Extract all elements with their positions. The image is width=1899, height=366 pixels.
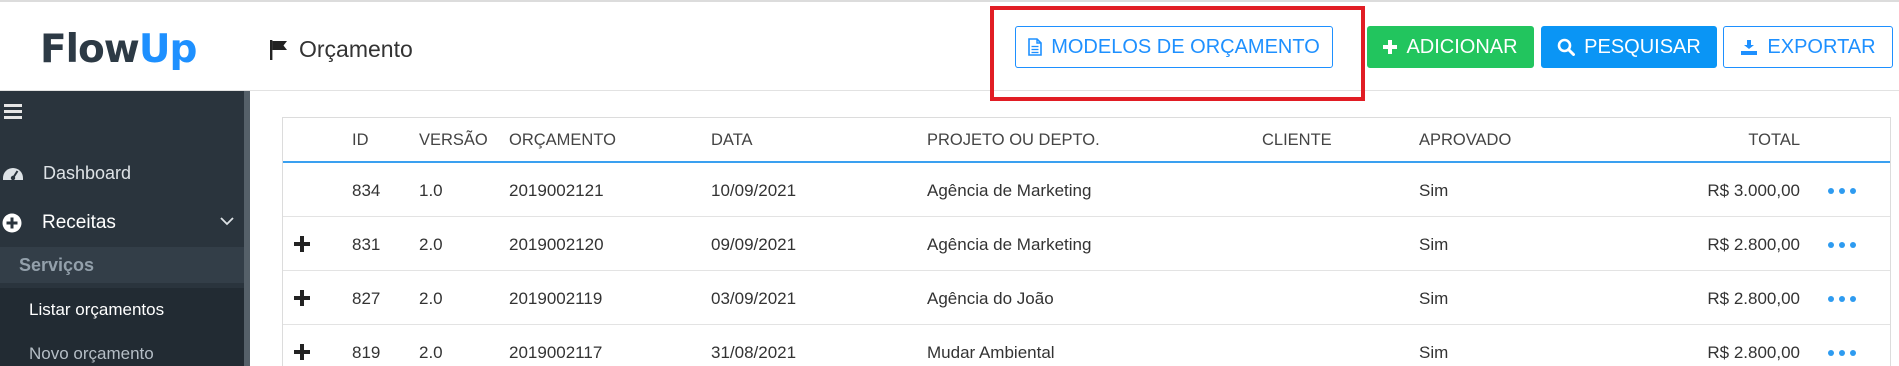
chevron-down-icon	[220, 217, 234, 226]
cell-orcamento: 2019002119	[509, 289, 603, 308]
cell-orcamento: 2019002117	[509, 343, 603, 362]
expand-row-icon[interactable]	[293, 343, 311, 361]
cell-orcamento: 2019002120	[509, 235, 604, 254]
column-header-aprovado[interactable]: APROVADO	[1419, 131, 1511, 150]
cell-aprovado: Sim	[1419, 343, 1449, 362]
budget-models-button[interactable]: MODELOS DE ORÇAMENTO	[1015, 26, 1333, 68]
plus-icon	[1383, 40, 1398, 54]
cell-id: 834	[352, 181, 381, 200]
expand-row-icon[interactable]	[293, 289, 311, 307]
cell-data: 03/09/2021	[711, 289, 797, 308]
row-actions-menu-icon[interactable]	[1828, 350, 1856, 356]
budget-models-label: MODELOS DE ORÇAMENTO	[1051, 35, 1320, 58]
table-header: ID VERSÃO ORÇAMENTO DATA PROJETO OU DEPT…	[283, 118, 1890, 163]
cell-versao: 2.0	[419, 289, 443, 308]
top-header: FlowUp Orçamento MODELOS DE ORÇAMENTO AD	[0, 0, 1899, 91]
cell-projeto: Agência do João	[927, 289, 1054, 308]
cell-aprovado: Sim	[1419, 289, 1449, 308]
flowup-logo[interactable]: FlowUp	[40, 27, 198, 72]
cell-id: 827	[352, 289, 381, 308]
add-button[interactable]: ADICIONAR	[1367, 26, 1534, 68]
cell-id: 819	[352, 343, 381, 362]
sidebar-item-dashboard[interactable]: Dashboard	[0, 155, 244, 191]
app: FlowUp Orçamento MODELOS DE ORÇAMENTO AD	[0, 0, 1899, 366]
export-icon	[1741, 40, 1758, 55]
cell-total: R$ 3.000,00	[1707, 181, 1800, 200]
search-label: PESQUISAR	[1584, 35, 1701, 58]
cell-aprovado: Sim	[1419, 235, 1449, 254]
table-row[interactable]: 827 2.0 2019002119 03/09/2021 Agência do…	[283, 271, 1890, 325]
cell-versao: 1.0	[419, 181, 443, 200]
cell-id: 831	[352, 235, 381, 254]
export-button[interactable]: EXPORTAR	[1723, 26, 1893, 68]
cell-orcamento: 2019002121	[509, 181, 604, 200]
sidebar-item-receitas-label: Receitas	[42, 212, 116, 233]
table-row[interactable]: 834 1.0 2019002121 10/09/2021 Agência de…	[283, 163, 1890, 217]
cell-total: R$ 2.800,00	[1707, 343, 1800, 362]
cell-projeto: Mudar Ambiental	[927, 343, 1055, 362]
cell-versao: 2.0	[419, 343, 443, 362]
column-header-cliente[interactable]: CLIENTE	[1262, 131, 1332, 150]
plus-circle-icon	[2, 213, 22, 233]
hamburger-menu-icon[interactable]	[4, 104, 22, 122]
document-icon	[1028, 38, 1043, 56]
cell-aprovado: Sim	[1419, 181, 1449, 200]
sidebar-item-listar-orcamentos[interactable]: Listar orçamentos	[0, 288, 244, 332]
column-header-orcamento[interactable]: ORÇAMENTO	[509, 131, 616, 150]
table-row[interactable]: 831 2.0 2019002120 09/09/2021 Agência de…	[283, 217, 1890, 271]
logo-part-flow: Flow	[40, 27, 140, 72]
row-actions-menu-icon[interactable]	[1828, 242, 1856, 248]
column-header-versao[interactable]: VERSÃO	[419, 131, 488, 150]
sidebar-scrollbar[interactable]	[244, 91, 250, 366]
logo-part-up: Up	[138, 27, 198, 72]
column-header-id[interactable]: ID	[352, 131, 369, 150]
expand-row-icon[interactable]	[293, 235, 311, 253]
row-actions-menu-icon[interactable]	[1828, 188, 1856, 194]
cell-data: 31/08/2021	[711, 343, 797, 362]
sidebar: Dashboard Receitas Serviços Listar orçam…	[0, 91, 250, 366]
export-label: EXPORTAR	[1767, 35, 1876, 58]
cell-data: 09/09/2021	[711, 235, 797, 254]
page-title-text: Orçamento	[299, 36, 413, 62]
flag-icon	[270, 39, 287, 60]
column-header-data[interactable]: DATA	[711, 131, 753, 150]
cell-versao: 2.0	[419, 235, 443, 254]
add-label: ADICIONAR	[1406, 35, 1518, 58]
cell-data: 10/09/2021	[711, 181, 797, 200]
sidebar-section-servicos: Serviços	[0, 247, 244, 283]
column-header-projeto[interactable]: PROJETO OU DEPTO.	[927, 131, 1100, 150]
cell-total: R$ 2.800,00	[1707, 235, 1800, 254]
sidebar-item-novo-orcamento[interactable]: Novo orçamento	[0, 332, 244, 366]
cell-projeto: Agência de Marketing	[927, 235, 1092, 254]
sidebar-item-receitas[interactable]: Receitas	[0, 205, 244, 241]
budgets-table: ID VERSÃO ORÇAMENTO DATA PROJETO OU DEPT…	[282, 117, 1891, 366]
cell-total: R$ 2.800,00	[1707, 289, 1800, 308]
sidebar-item-dashboard-label: Dashboard	[43, 162, 132, 183]
cell-projeto: Agência de Marketing	[927, 181, 1092, 200]
dashboard-icon	[3, 168, 23, 181]
column-header-total[interactable]: TOTAL	[1600, 131, 1800, 150]
table-row[interactable]: 819 2.0 2019002117 31/08/2021 Mudar Ambi…	[283, 325, 1890, 366]
row-actions-menu-icon[interactable]	[1828, 296, 1856, 302]
search-button[interactable]: PESQUISAR	[1541, 26, 1717, 68]
search-icon	[1557, 38, 1576, 56]
page-title: Orçamento	[268, 36, 413, 63]
